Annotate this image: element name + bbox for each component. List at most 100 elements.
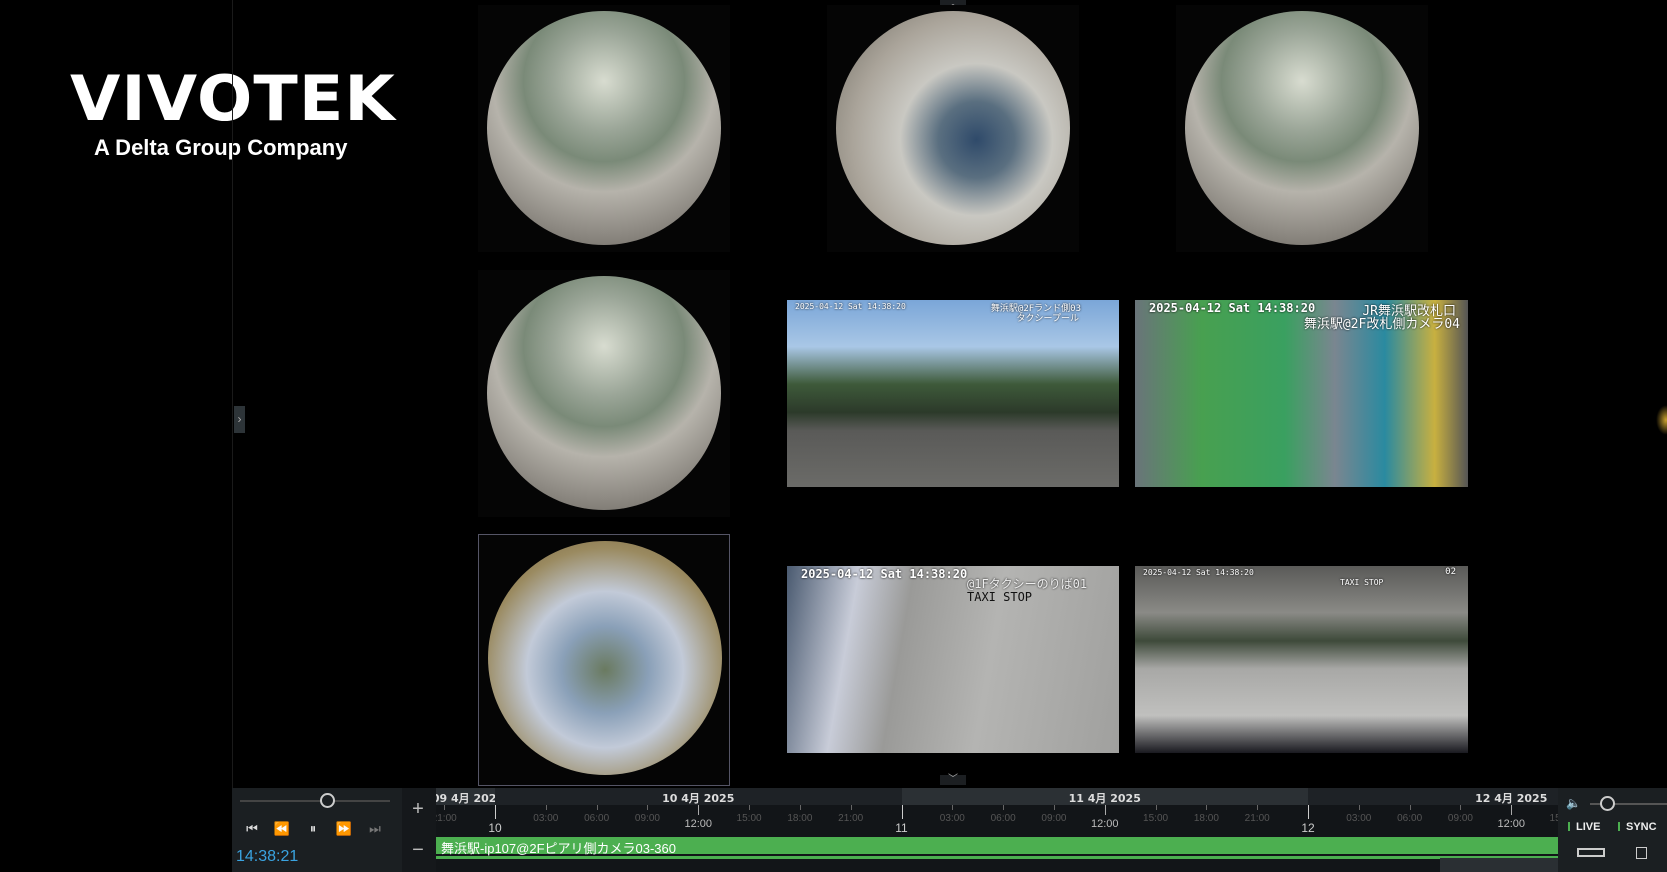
hour-label: 06:00 xyxy=(584,813,610,824)
rewind-button[interactable]: ⏪ xyxy=(268,817,296,841)
hour-tick xyxy=(698,805,700,815)
camera-subtitle: タクシープール xyxy=(1016,314,1079,324)
date-label: 11 4月 2025 xyxy=(1068,792,1141,805)
live-toggle[interactable]: LIVE xyxy=(1568,821,1600,833)
volume-slider-handle[interactable] xyxy=(1600,796,1615,811)
hour-label: 09:00 xyxy=(634,813,660,824)
camera-timestamp: 2025-04-12 Sat 14:38:20 xyxy=(795,302,906,311)
layout-strip-icon[interactable] xyxy=(1577,848,1605,857)
panel-divider xyxy=(232,0,233,788)
hour-label: 12:00 xyxy=(684,818,713,830)
camera-subtitle: TAXI STOP xyxy=(1340,578,1384,587)
camera-subtitle: 舞浜駅@2F改札側カメラ04 xyxy=(1303,317,1460,332)
timeline-zoom-in-button[interactable]: + xyxy=(408,799,428,819)
chevron-right-icon: › xyxy=(237,412,242,426)
hour-tick xyxy=(1358,805,1360,810)
hour-label: 15:00 xyxy=(1143,813,1169,824)
camera-tile-fisheye-3[interactable] xyxy=(1176,5,1428,252)
hour-label: 06:00 xyxy=(990,813,1016,824)
hour-label: 06:00 xyxy=(1397,813,1423,824)
hour-label: 03:00 xyxy=(939,813,965,824)
hour-tick xyxy=(1104,805,1106,815)
hour-tick xyxy=(647,805,649,810)
fisheye-view xyxy=(836,11,1070,245)
hour-label: 09:00 xyxy=(1041,813,1067,824)
sidebar-expand-button[interactable]: › xyxy=(234,406,245,433)
camera-tile-taxi-02[interactable]: 2025-04-12 Sat 14:38:20 02 TAXI STOP xyxy=(1135,566,1468,753)
sync-label: SYNC xyxy=(1626,821,1657,833)
live-label: LIVE xyxy=(1576,821,1601,833)
hour-label: 18:00 xyxy=(787,813,813,824)
hour-tick xyxy=(444,805,446,810)
day-label: 11 xyxy=(895,821,908,835)
camera-tile-fisheye-1[interactable] xyxy=(478,5,730,252)
hour-tick xyxy=(749,805,751,810)
side-indicator xyxy=(1656,405,1667,435)
camera-tile-taxi-01[interactable]: 2025-04-12 Sat 14:38:20 @1Fタクシーのりば01 TAX… xyxy=(787,566,1119,753)
hour-label: 03:00 xyxy=(533,813,559,824)
camera-tile-gate-side-04[interactable]: 2025-04-12 Sat 14:38:20 JR舞浜駅改札口 舞浜駅@2F改… xyxy=(1135,300,1468,487)
logo-tagline: A Delta Group Company xyxy=(94,135,348,160)
skip-first-button[interactable]: ⏮ xyxy=(238,817,266,841)
hour-label: 21:00 xyxy=(436,813,457,824)
current-time: 14:38:21 xyxy=(236,848,299,865)
camera-tile-fisheye-selected[interactable] xyxy=(478,534,730,786)
hour-label: 12:00 xyxy=(1090,818,1119,830)
camera-tile-land-side-03[interactable]: 2025-04-12 Sat 14:38:20 舞浜駅@2Fランド側03 タクシ… xyxy=(787,300,1119,487)
fisheye-view xyxy=(487,11,721,245)
day-label: 12 xyxy=(1301,821,1315,835)
hour-tick xyxy=(952,805,954,810)
hour-label: 03:00 xyxy=(1346,813,1372,824)
timeline[interactable]: 09 4月 2025 10 4月 2025 11 4月 2025 12 4月 2025… xyxy=(436,788,1558,872)
camera-tile-fisheye-4[interactable] xyxy=(478,270,730,517)
camera-timestamp: 2025-04-12 Sat 14:38:20 xyxy=(1149,301,1316,315)
camera-subtitle: TAXI STOP xyxy=(967,590,1033,604)
calendar-icon[interactable] xyxy=(1636,847,1647,859)
hour-tick xyxy=(1409,805,1411,810)
hour-tick xyxy=(1155,805,1157,810)
timeline-zoom-out-button[interactable]: − xyxy=(408,840,428,860)
camera-timestamp: 2025-04-12 Sat 14:38:20 xyxy=(1143,568,1254,577)
date-label: 10 4月 2025 xyxy=(662,792,735,805)
timeline-date-header: 09 4月 2025 10 4月 2025 11 4月 2025 12 4月 2025 xyxy=(436,788,1558,805)
track-label: 舞浜駅-ip107@2Fピアリ側カメラ03-360 xyxy=(441,841,676,856)
hour-label: 21:00 xyxy=(838,813,864,824)
pause-button[interactable]: ⏸ xyxy=(299,817,327,841)
hour-label: 15:00 xyxy=(736,813,762,824)
hour-tick xyxy=(1257,805,1259,810)
day-tick xyxy=(901,805,903,819)
camera-tile-fisheye-2[interactable] xyxy=(827,5,1079,252)
speed-slider-handle[interactable] xyxy=(320,793,335,808)
skip-last-button[interactable]: ⏭ xyxy=(361,817,389,841)
camera-timestamp: 2025-04-12 Sat 14:38:20 xyxy=(801,567,968,581)
hour-label: 15:00 xyxy=(1549,813,1558,824)
fast-forward-button[interactable]: ⏩ xyxy=(330,817,358,841)
hour-label: 12:00 xyxy=(1497,818,1526,830)
speed-slider-track[interactable] xyxy=(240,800,390,802)
chevron-down-icon: ﹀ xyxy=(948,774,958,785)
hour-tick xyxy=(850,805,852,810)
date-label: 09 4月 2025 xyxy=(436,792,505,805)
camera-name: 02 xyxy=(1445,567,1456,577)
day-label: 10 xyxy=(488,821,502,835)
hour-tick xyxy=(1460,805,1462,810)
hour-tick xyxy=(1511,805,1513,815)
day-tick xyxy=(495,805,496,819)
fisheye-view xyxy=(1185,11,1419,245)
scroll-down-button[interactable]: ﹀ xyxy=(940,775,966,785)
fisheye-view xyxy=(487,276,721,510)
hour-tick xyxy=(799,805,801,810)
hour-tick xyxy=(545,805,547,810)
sync-toggle[interactable]: SYNC xyxy=(1618,821,1657,833)
hour-tick xyxy=(1003,805,1005,810)
hour-label: 09:00 xyxy=(1447,813,1473,824)
date-label: 12 4月 2025 xyxy=(1475,792,1548,805)
hour-tick xyxy=(1206,805,1208,810)
hour-label: 18:00 xyxy=(1193,813,1219,824)
day-tick xyxy=(1308,805,1309,819)
timeline-scrollbar[interactable] xyxy=(1440,858,1558,872)
hour-label: 21:00 xyxy=(1244,813,1270,824)
hour-tick xyxy=(596,805,598,810)
recording-track[interactable]: 舞浜駅-ip107@2Fピアリ側カメラ03-360 xyxy=(436,837,1558,856)
volume-icon[interactable]: 🔈 xyxy=(1566,796,1581,810)
